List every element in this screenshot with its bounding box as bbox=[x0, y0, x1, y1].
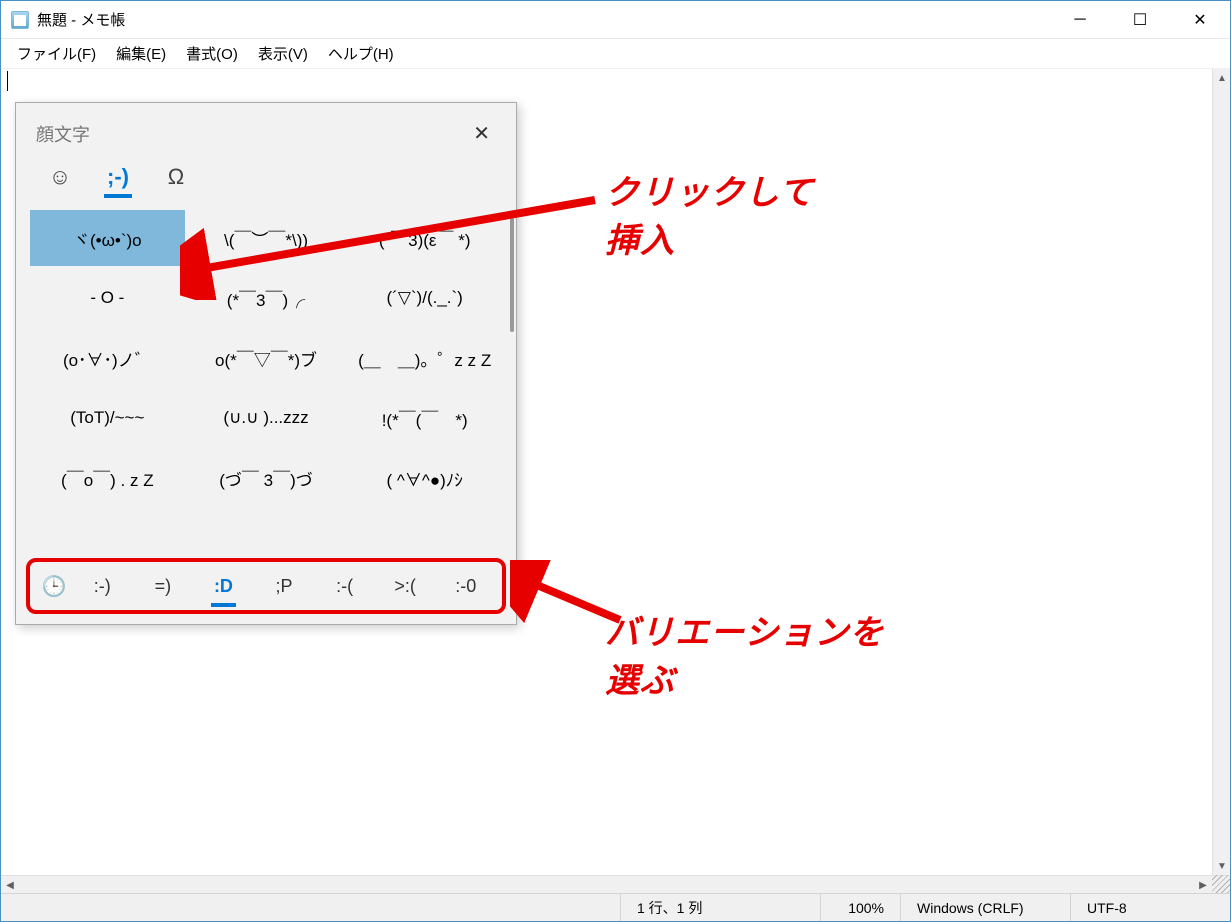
menubar: ファイル(F) 編集(E) 書式(O) 表示(V) ヘルプ(H) bbox=[1, 39, 1230, 69]
kaomoji-grid: ヾ(•ω•`)o \(￣︶￣*\)) (*￣3)(ε￣ *) - O - (*￣… bbox=[16, 198, 516, 552]
kaomoji-item[interactable]: !(*￣(￣ *) bbox=[347, 390, 502, 446]
kaomoji-item[interactable]: (*￣3)(ε￣ *) bbox=[347, 210, 502, 266]
status-position: 1 行、1 列 bbox=[620, 894, 820, 921]
menu-format[interactable]: 書式(O) bbox=[176, 39, 248, 68]
scroll-left-icon[interactable]: ◀ bbox=[1, 876, 19, 894]
variation-item[interactable]: ;P bbox=[254, 570, 315, 603]
variation-item[interactable]: =) bbox=[133, 570, 194, 603]
kaomoji-item[interactable]: (づ￣ 3￣)づ bbox=[189, 450, 344, 506]
status-line-ending: Windows (CRLF) bbox=[900, 894, 1070, 921]
kaomoji-item[interactable]: (´▽`)/(._.`) bbox=[347, 270, 502, 326]
kaomoji-item[interactable]: (￣o￣) . z Z bbox=[30, 450, 185, 506]
kaomoji-item[interactable]: (ToT)/~~~ bbox=[30, 390, 185, 446]
maximize-button[interactable]: ☐ bbox=[1110, 1, 1170, 38]
grid-scrollbar[interactable] bbox=[510, 212, 514, 332]
kaomoji-item[interactable]: (＿ ＿)。゜z z Z bbox=[347, 330, 502, 386]
text-cursor bbox=[7, 71, 8, 91]
menu-file[interactable]: ファイル(F) bbox=[7, 39, 106, 68]
kaomoji-item[interactable]: o(*￣▽￣*)ブ bbox=[189, 330, 344, 386]
variation-item[interactable]: :D bbox=[193, 570, 254, 603]
annotation-line: 選ぶ bbox=[605, 662, 675, 700]
notepad-icon bbox=[11, 11, 29, 29]
kaomoji-item[interactable]: ヾ(•ω•`)o bbox=[30, 210, 185, 266]
scroll-up-icon[interactable]: ▲ bbox=[1213, 69, 1230, 87]
variation-item[interactable]: >:( bbox=[375, 570, 436, 603]
statusbar: 1 行、1 列 100% Windows (CRLF) UTF-8 bbox=[1, 893, 1230, 921]
tab-emoji[interactable]: ☺ bbox=[40, 164, 80, 198]
kaomoji-item[interactable]: - O - bbox=[30, 270, 185, 326]
annotation-click-insert: クリックして 挿入 bbox=[605, 170, 814, 265]
close-button[interactable]: ✕ bbox=[1170, 1, 1230, 38]
annotation-line: 挿入 bbox=[605, 222, 675, 260]
minimize-button[interactable]: ─ bbox=[1050, 1, 1110, 38]
menu-edit[interactable]: 編集(E) bbox=[106, 39, 176, 68]
tab-symbol[interactable]: Ω bbox=[156, 164, 196, 198]
tab-kaomoji[interactable]: ;-) bbox=[98, 164, 138, 198]
resize-grip-icon[interactable] bbox=[1212, 875, 1230, 893]
scroll-down-icon[interactable]: ▼ bbox=[1213, 857, 1230, 875]
titlebar: 無題 - メモ帳 ─ ☐ ✕ bbox=[1, 1, 1230, 39]
status-zoom: 100% bbox=[820, 894, 900, 921]
panel-header: 顔文字 ✕ bbox=[16, 103, 516, 158]
panel-title: 顔文字 bbox=[36, 121, 463, 147]
annotation-line: クリックして bbox=[605, 174, 814, 212]
scroll-right-icon[interactable]: ▶ bbox=[1194, 876, 1212, 894]
kaomoji-item[interactable]: (o･∀･)ノ゛ bbox=[30, 330, 185, 386]
panel-close-button[interactable]: ✕ bbox=[463, 117, 500, 150]
panel-tabs: ☺ ;-) Ω bbox=[16, 158, 516, 198]
annotation-line: バリエーションを bbox=[605, 614, 884, 652]
kaomoji-item[interactable]: \(￣︶￣*\)) bbox=[189, 210, 344, 266]
kaomoji-item[interactable]: (∪.∪ )...zzz bbox=[189, 390, 344, 446]
menu-view[interactable]: 表示(V) bbox=[248, 39, 318, 68]
kaomoji-item[interactable]: (*￣3￣)╭ bbox=[189, 270, 344, 326]
variation-item[interactable]: :-0 bbox=[435, 570, 496, 603]
variation-bar: 🕒 :-) =) :D ;P :-( >:( :-0 bbox=[26, 558, 506, 614]
kaomoji-panel: 顔文字 ✕ ☺ ;-) Ω ヾ(•ω•`)o \(￣︶￣*\)) (*￣3)(ε… bbox=[15, 102, 517, 625]
status-encoding: UTF-8 bbox=[1070, 894, 1230, 921]
recent-icon[interactable]: 🕒 bbox=[36, 574, 72, 599]
horizontal-scrollbar[interactable]: ◀ ▶ bbox=[1, 875, 1230, 893]
annotation-variation: バリエーションを 選ぶ bbox=[605, 610, 884, 705]
variation-item[interactable]: :-( bbox=[314, 570, 375, 603]
window-controls: ─ ☐ ✕ bbox=[1050, 1, 1230, 38]
kaomoji-item[interactable]: ( ^∀^●)ﾉｼ bbox=[347, 450, 502, 506]
vertical-scrollbar[interactable]: ▲ ▼ bbox=[1212, 69, 1230, 875]
window-title: 無題 - メモ帳 bbox=[37, 9, 1050, 30]
menu-help[interactable]: ヘルプ(H) bbox=[318, 39, 404, 68]
variation-item[interactable]: :-) bbox=[72, 570, 133, 603]
